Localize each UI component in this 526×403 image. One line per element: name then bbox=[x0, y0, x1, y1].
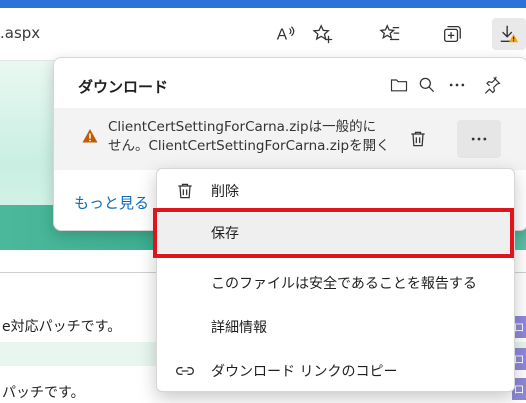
trash-icon bbox=[175, 181, 195, 201]
more-options-icon[interactable] bbox=[442, 70, 472, 100]
pin-icon[interactable] bbox=[477, 70, 507, 100]
menu-item-label: ダウンロード リンクのコピー bbox=[211, 364, 398, 380]
download-item-message: ClientCertSettingForCarna.zipは一般的に せん。Cl… bbox=[108, 118, 393, 156]
add-favorite-icon[interactable] bbox=[306, 18, 340, 50]
more-icon bbox=[471, 137, 487, 141]
menu-item-label: 詳細情報 bbox=[211, 320, 267, 336]
favorites-icon[interactable] bbox=[373, 18, 407, 50]
link-icon bbox=[175, 361, 195, 381]
download-context-menu: 削除 保存 このファイルは安全であることを報告する 詳細情報 ダウンロード リン… bbox=[156, 168, 515, 392]
menu-item-report-safe[interactable]: このファイルは安全であることを報告する bbox=[157, 263, 514, 303]
download-item[interactable]: ClientCertSettingForCarna.zipは一般的に せん。Cl… bbox=[54, 108, 526, 170]
see-more-link[interactable]: もっと見る bbox=[74, 192, 149, 213]
svg-text:A: A bbox=[277, 27, 288, 44]
address-bar[interactable]: .aspx A bbox=[0, 8, 526, 61]
url-text[interactable]: .aspx bbox=[0, 24, 40, 42]
menu-item-label: このファイルは安全であることを報告する bbox=[211, 276, 477, 292]
delete-icon[interactable] bbox=[405, 126, 431, 152]
item-more-actions-button[interactable] bbox=[457, 120, 501, 158]
window-top-bar bbox=[0, 0, 526, 8]
menu-item-details[interactable]: 詳細情報 bbox=[157, 307, 514, 347]
search-icon[interactable] bbox=[412, 70, 442, 100]
menu-item-copy-link[interactable]: ダウンロード リンクのコピー bbox=[157, 351, 514, 391]
collections-icon[interactable] bbox=[435, 18, 469, 50]
menu-item-label: 保存 bbox=[211, 226, 239, 242]
downloads-icon[interactable] bbox=[492, 18, 526, 50]
menu-item-label: 削除 bbox=[211, 184, 239, 200]
read-aloud-icon[interactable]: A bbox=[268, 18, 302, 50]
open-folder-icon[interactable] bbox=[384, 70, 414, 100]
menu-item-delete[interactable]: 削除 bbox=[157, 171, 514, 211]
downloads-title: ダウンロード bbox=[78, 78, 169, 96]
warning-icon bbox=[82, 129, 98, 143]
menu-item-save[interactable]: 保存 bbox=[157, 213, 514, 253]
download-item-line-1: ClientCertSettingForCarna.zipは一般的に bbox=[108, 119, 377, 135]
download-item-line-2: せん。ClientCertSettingForCarna.zipを開く bbox=[108, 138, 390, 154]
